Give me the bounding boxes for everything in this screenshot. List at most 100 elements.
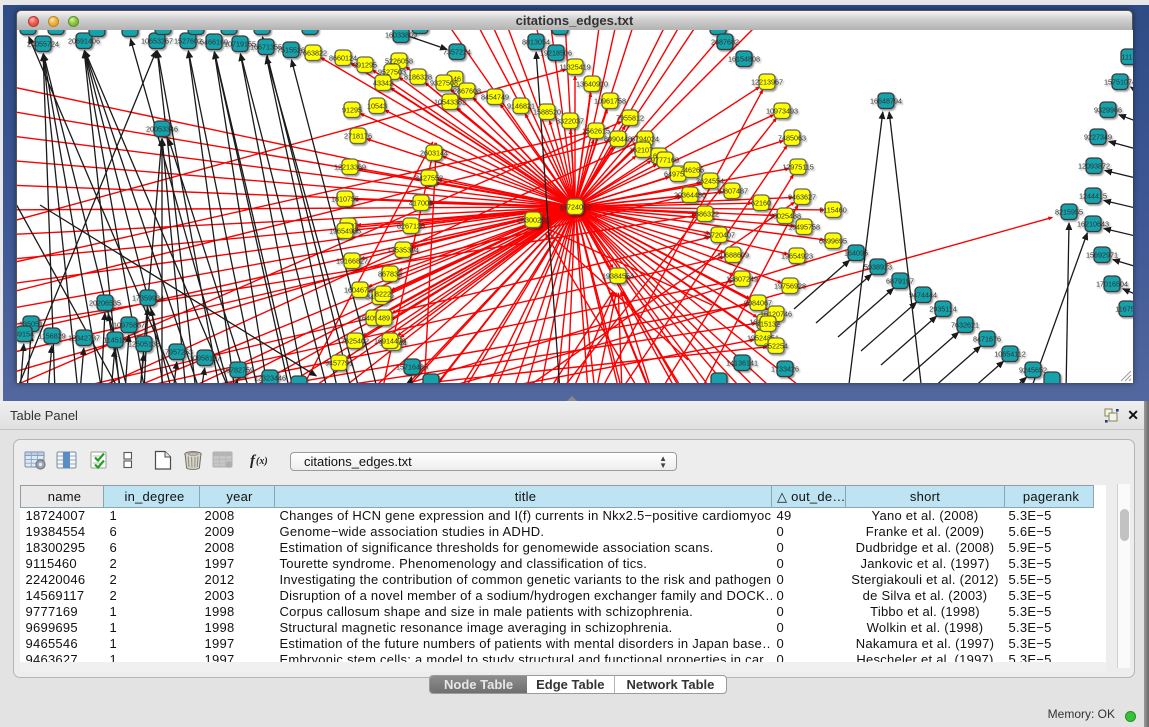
svg-text:16033809: 16033809 [385,31,417,40]
svg-text:9084067: 9084067 [744,299,772,308]
svg-text:746266: 746266 [680,166,704,175]
svg-text:489: 489 [378,314,390,323]
svg-text:19384554: 19384554 [602,272,634,281]
svg-text:0899695: 0899695 [819,237,847,246]
svg-text:16648794: 16648794 [870,97,902,106]
svg-text:39154: 39154 [17,330,34,339]
svg-text:(x): (x) [256,456,268,467]
svg-text:891295: 891295 [353,61,377,70]
svg-text:2718176: 2718176 [344,132,372,141]
svg-text:867833: 867833 [378,270,402,279]
svg-text:9474444: 9474444 [909,291,937,300]
svg-text:10543: 10543 [367,102,387,111]
svg-text:15692971: 15692971 [1086,251,1118,260]
svg-text:7632621: 7632621 [951,321,979,330]
svg-text:15751074: 15751074 [1104,78,1133,87]
svg-text:11325419: 11325419 [559,63,590,72]
svg-text:16914479: 16914479 [374,337,406,346]
svg-text:12505135: 12505135 [128,340,160,349]
svg-text:19495758: 19495758 [788,223,820,232]
svg-text:2603144: 2603144 [420,149,448,158]
svg-text:19654985: 19654985 [329,227,361,236]
svg-text:10958107: 10958107 [189,354,221,363]
svg-text:1244415: 1244415 [1079,192,1107,201]
svg-text:19218506: 19218506 [540,49,572,58]
svg-text:19654923: 19654923 [781,252,813,261]
svg-text:20053346: 20053346 [146,125,178,134]
svg-text:20206535: 20206535 [89,299,121,308]
svg-text:24055724: 24055724 [27,40,59,49]
svg-text:43342: 43342 [373,79,393,88]
svg-text:13535394: 13535394 [387,246,419,255]
svg-text:8322037: 8322037 [556,117,584,126]
svg-text:8222: 8222 [375,290,391,299]
svg-text:20691406: 20691406 [68,37,100,46]
svg-text:252254: 252254 [764,342,788,351]
svg-text:10807487: 10807487 [716,187,748,196]
svg-text:8990448: 8990448 [604,135,632,144]
svg-text:9463627: 9463627 [788,193,816,202]
svg-text:8471676: 8471676 [973,335,1001,344]
svg-text:114519: 114519 [103,336,126,345]
svg-text:7357224: 7357224 [443,48,471,57]
svg-text:10653267: 10653267 [141,37,173,46]
svg-text:15720407: 15720407 [703,231,735,240]
svg-text:18724007: 18724007 [559,203,591,212]
svg-text:10961758: 10961758 [594,97,626,106]
svg-text:10688609: 10688609 [717,251,749,260]
svg-text:3624554: 3624554 [696,177,724,186]
svg-text:19756928: 19756928 [774,282,806,291]
svg-text:9457791: 9457791 [325,359,353,368]
svg-text:17359934: 17359934 [132,294,164,303]
svg-text:9329966: 9329966 [1094,106,1122,115]
svg-text:164095: 164095 [844,249,868,258]
svg-text:1733426: 1733426 [771,365,799,374]
svg-text:91295: 91295 [342,106,362,115]
svg-text:9777169: 9777169 [651,156,679,165]
svg-text:12213369: 12213369 [334,163,366,172]
svg-text:10654112: 10654112 [994,350,1025,359]
svg-text:1117: 1117 [1122,53,1133,62]
svg-text:17016504: 17016504 [1096,280,1128,289]
svg-text:5938923: 5938923 [864,263,892,272]
svg-text:9227349: 9227349 [1084,133,1112,142]
svg-text:10543382: 10543382 [434,98,466,107]
svg-text:12093872: 12093872 [1078,162,1110,171]
svg-text:12323446: 12323446 [254,374,286,383]
svg-text:16210643: 16210643 [1077,220,1109,229]
svg-text:16154808: 16154808 [728,55,760,64]
svg-text:1810755: 1810755 [331,195,359,204]
svg-text:9115460: 9115460 [819,206,846,215]
svg-text:7663822: 7663822 [299,49,327,58]
svg-text:8186328: 8186328 [404,73,432,82]
svg-text:116753: 116753 [1115,305,1133,314]
svg-text:19166827: 19166827 [336,257,368,266]
svg-text:14136141: 14136141 [726,359,758,368]
svg-text:8454749: 8454749 [481,93,509,102]
svg-text:8215955: 8215955 [1055,208,1083,217]
svg-text:8267130: 8267130 [397,222,425,231]
svg-text:18807249: 18807249 [726,275,758,284]
svg-text:15716485: 15716485 [396,363,428,372]
svg-text:417006: 417006 [409,199,433,208]
svg-text:12975115: 12975115 [782,163,813,172]
svg-text:8427552: 8427552 [415,174,443,183]
svg-text:16782759: 16782759 [222,366,254,375]
svg-text:1588520: 1588520 [533,108,561,117]
svg-text:12342737: 12342737 [68,334,100,343]
svg-text:20364436: 20364436 [674,191,706,200]
svg-text:12213967: 12213967 [751,78,783,87]
svg-text:2867608: 2867608 [453,87,481,96]
svg-text:1156829: 1156829 [38,332,65,341]
svg-text:7386322: 7386322 [691,210,719,219]
svg-text:1527602: 1527602 [174,37,202,46]
svg-text:13640910: 13640910 [576,80,608,89]
svg-text:2687682: 2687682 [711,38,739,47]
svg-text:7625402: 7625402 [341,337,369,346]
svg-text:7485063: 7485063 [778,134,806,143]
svg-text:7955812: 7955812 [616,114,644,123]
svg-text:415132: 415132 [756,320,780,329]
svg-text:10025488: 10025488 [769,212,801,221]
svg-text:62160: 62160 [751,199,771,208]
svg-text:9245652: 9245652 [1019,366,1047,375]
